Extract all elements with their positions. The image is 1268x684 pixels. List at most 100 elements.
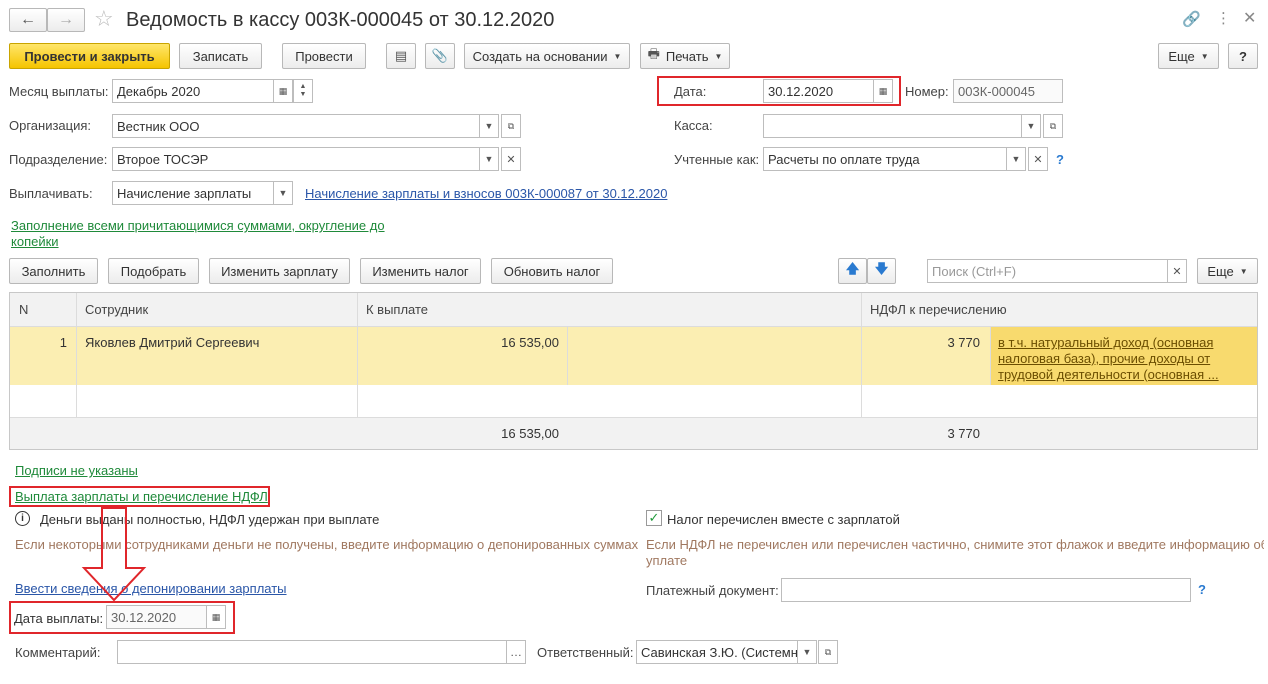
accounted-as-field[interactable]: Расчеты по оплате труда bbox=[763, 147, 1007, 171]
caret-down-icon: ▼ bbox=[484, 121, 494, 131]
table-totals-row: 16 535,00 3 770 bbox=[10, 417, 1257, 449]
move-down-button[interactable]: 🡇 bbox=[867, 258, 896, 284]
table-more-button[interactable]: Еще ▼ bbox=[1197, 258, 1258, 284]
signatures-link[interactable]: Подписи не указаны bbox=[15, 463, 138, 478]
organization-open-button[interactable]: ⧉ bbox=[501, 114, 521, 138]
accounted-as-label: Учтенные как: bbox=[674, 152, 760, 167]
post-button[interactable]: Провести bbox=[282, 43, 366, 69]
number-field[interactable]: 003К-000045 bbox=[953, 79, 1063, 103]
caret-down-icon: ▼ bbox=[802, 647, 812, 657]
department-field[interactable]: Второе ТОСЭР bbox=[112, 147, 480, 171]
row-ndfl-note-line1[interactable]: в т.ч. натуральный доход (основная bbox=[998, 335, 1213, 350]
accounted-as-dropdown-button[interactable]: ▼ bbox=[1006, 147, 1026, 171]
header-employee[interactable]: Сотрудник bbox=[85, 302, 148, 317]
comment-label: Комментарий: bbox=[15, 645, 101, 660]
forward-button[interactable]: → bbox=[47, 8, 85, 32]
organization-dropdown-button[interactable]: ▼ bbox=[479, 114, 499, 138]
accounted-as-clear-button[interactable]: ✕ bbox=[1028, 147, 1048, 171]
row-ndfl-note-line3[interactable]: трудовой деятельности (основная ... bbox=[998, 367, 1219, 382]
fill-mode-link-line1[interactable]: Заполнение всеми причитающимися суммами,… bbox=[11, 218, 385, 233]
cash-dropdown-button[interactable]: ▼ bbox=[1021, 114, 1041, 138]
more-button[interactable]: Еще ▼ bbox=[1158, 43, 1219, 69]
print-button[interactable]: 🖶 Печать ▼ bbox=[640, 43, 730, 69]
month-spinner[interactable]: ▲ ▼ bbox=[293, 79, 313, 103]
tax-paid-label[interactable]: Налог перечислен вместе с зарплатой bbox=[667, 512, 900, 527]
clear-icon: ✕ bbox=[1172, 265, 1182, 278]
header-to-pay[interactable]: К выплате bbox=[366, 302, 428, 317]
department-clear-button[interactable]: ✕ bbox=[501, 147, 521, 171]
change-salary-button[interactable]: Изменить зарплату bbox=[209, 258, 350, 284]
month-label: Месяц выплаты: bbox=[9, 84, 109, 99]
tax-paid-checkbox[interactable]: ✓ bbox=[646, 510, 662, 526]
table-header: N Сотрудник К выплате НДФЛ к перечислени… bbox=[10, 293, 1257, 327]
row-employee: Яковлев Дмитрий Сергеевич bbox=[85, 335, 260, 350]
department-dropdown-button[interactable]: ▼ bbox=[479, 147, 499, 171]
cash-open-button[interactable]: ⧉ bbox=[1043, 114, 1063, 138]
open-icon: ⧉ bbox=[1049, 120, 1057, 131]
row-ndfl-note-line2[interactable]: налоговая база), прочие доходы от bbox=[998, 351, 1210, 366]
date-calendar-button[interactable]: ▦ bbox=[873, 79, 893, 103]
post-and-close-button[interactable]: Провести и закрыть bbox=[9, 43, 170, 69]
column-divider bbox=[567, 327, 568, 385]
help-question-icon[interactable]: ? bbox=[1198, 582, 1206, 597]
update-tax-button[interactable]: Обновить налог bbox=[491, 258, 613, 284]
responsible-open-button[interactable]: ⧉ bbox=[818, 640, 838, 664]
create-based-button[interactable]: Создать на основании ▼ bbox=[464, 43, 630, 69]
responsible-dropdown-button[interactable]: ▼ bbox=[797, 640, 817, 664]
spin-down-icon: ▼ bbox=[299, 91, 307, 98]
comment-expand-button[interactable]: … bbox=[506, 640, 526, 664]
pick-button[interactable]: Подобрать bbox=[108, 258, 199, 284]
document-list-button[interactable]: ▤ bbox=[386, 43, 416, 69]
calendar-icon: ▦ bbox=[278, 85, 288, 96]
search-clear-button[interactable]: ✕ bbox=[1167, 259, 1187, 283]
caret-down-icon: ▼ bbox=[1239, 266, 1248, 276]
tax-hint-line2: уплате bbox=[646, 553, 688, 568]
fill-mode-link-line2[interactable]: копейки bbox=[11, 234, 59, 249]
attach-button[interactable]: 📎 bbox=[425, 43, 455, 69]
row-n: 1 bbox=[59, 335, 67, 350]
change-tax-button[interactable]: Изменить налог bbox=[360, 258, 481, 284]
checkmark-icon: ✓ bbox=[648, 510, 660, 525]
comment-field[interactable] bbox=[117, 640, 507, 664]
pay-type-field[interactable]: Начисление зарплаты bbox=[112, 181, 274, 205]
favorite-star-icon[interactable]: ☆ bbox=[94, 6, 114, 32]
arrow-right-icon: → bbox=[58, 11, 74, 28]
month-calendar-button[interactable]: ▦ bbox=[273, 79, 293, 103]
row-to-pay: 16 535,00 bbox=[501, 335, 559, 350]
header-n[interactable]: N bbox=[19, 302, 28, 317]
responsible-label: Ответственный: bbox=[537, 645, 634, 660]
date-field[interactable]: 30.12.2020 bbox=[763, 79, 875, 103]
payment-doc-field[interactable] bbox=[781, 578, 1191, 602]
pay-date-calendar-button[interactable]: ▦ bbox=[206, 605, 226, 629]
header-ndfl[interactable]: НДФЛ к перечислению bbox=[870, 302, 1007, 317]
calendar-icon: ▦ bbox=[211, 611, 221, 622]
arrow-down-icon: 🡇 bbox=[874, 261, 889, 276]
kebab-menu-icon[interactable]: ⋮ bbox=[1216, 9, 1231, 27]
month-field[interactable]: Декабрь 2020 bbox=[112, 79, 274, 103]
calendar-icon: ▦ bbox=[878, 85, 888, 96]
close-icon[interactable]: ✕ bbox=[1243, 8, 1256, 28]
payroll-document-link[interactable]: Начисление зарплаты и взносов 003К-00008… bbox=[305, 186, 667, 201]
organization-field[interactable]: Вестник ООО bbox=[112, 114, 480, 138]
payment-and-tax-link[interactable]: Выплата зарплаты и перечисление НДФЛ bbox=[15, 489, 268, 504]
move-up-button[interactable]: 🡅 bbox=[838, 258, 867, 284]
fill-button[interactable]: Заполнить bbox=[9, 258, 98, 284]
ellipsis-icon: … bbox=[510, 645, 522, 659]
search-input[interactable]: Поиск (Ctrl+F) bbox=[927, 259, 1168, 283]
deposit-link[interactable]: Ввести сведения о депонировании зарплаты bbox=[15, 581, 287, 596]
pay-type-dropdown-button[interactable]: ▼ bbox=[273, 181, 293, 205]
pay-type-label: Выплачивать: bbox=[9, 186, 93, 201]
help-question-icon[interactable]: ? bbox=[1056, 152, 1064, 167]
back-button[interactable]: ← bbox=[9, 8, 47, 32]
cash-field[interactable] bbox=[763, 114, 1022, 138]
pay-date-field[interactable]: 30.12.2020 bbox=[106, 605, 208, 629]
paperclip-icon: 📎 bbox=[431, 48, 449, 63]
payments-table[interactable]: N Сотрудник К выплате НДФЛ к перечислени… bbox=[9, 292, 1258, 450]
responsible-field[interactable]: Савинская З.Ю. (Системн bbox=[636, 640, 798, 664]
link-icon[interactable]: 🔗 bbox=[1182, 10, 1201, 28]
save-button[interactable]: Записать bbox=[179, 43, 262, 69]
table-row[interactable]: 1 Яковлев Дмитрий Сергеевич 16 535,00 3 … bbox=[10, 327, 1257, 385]
cash-label: Касса: bbox=[674, 118, 713, 133]
list-icon: ▤ bbox=[394, 48, 408, 63]
help-button[interactable]: ? bbox=[1228, 43, 1258, 69]
